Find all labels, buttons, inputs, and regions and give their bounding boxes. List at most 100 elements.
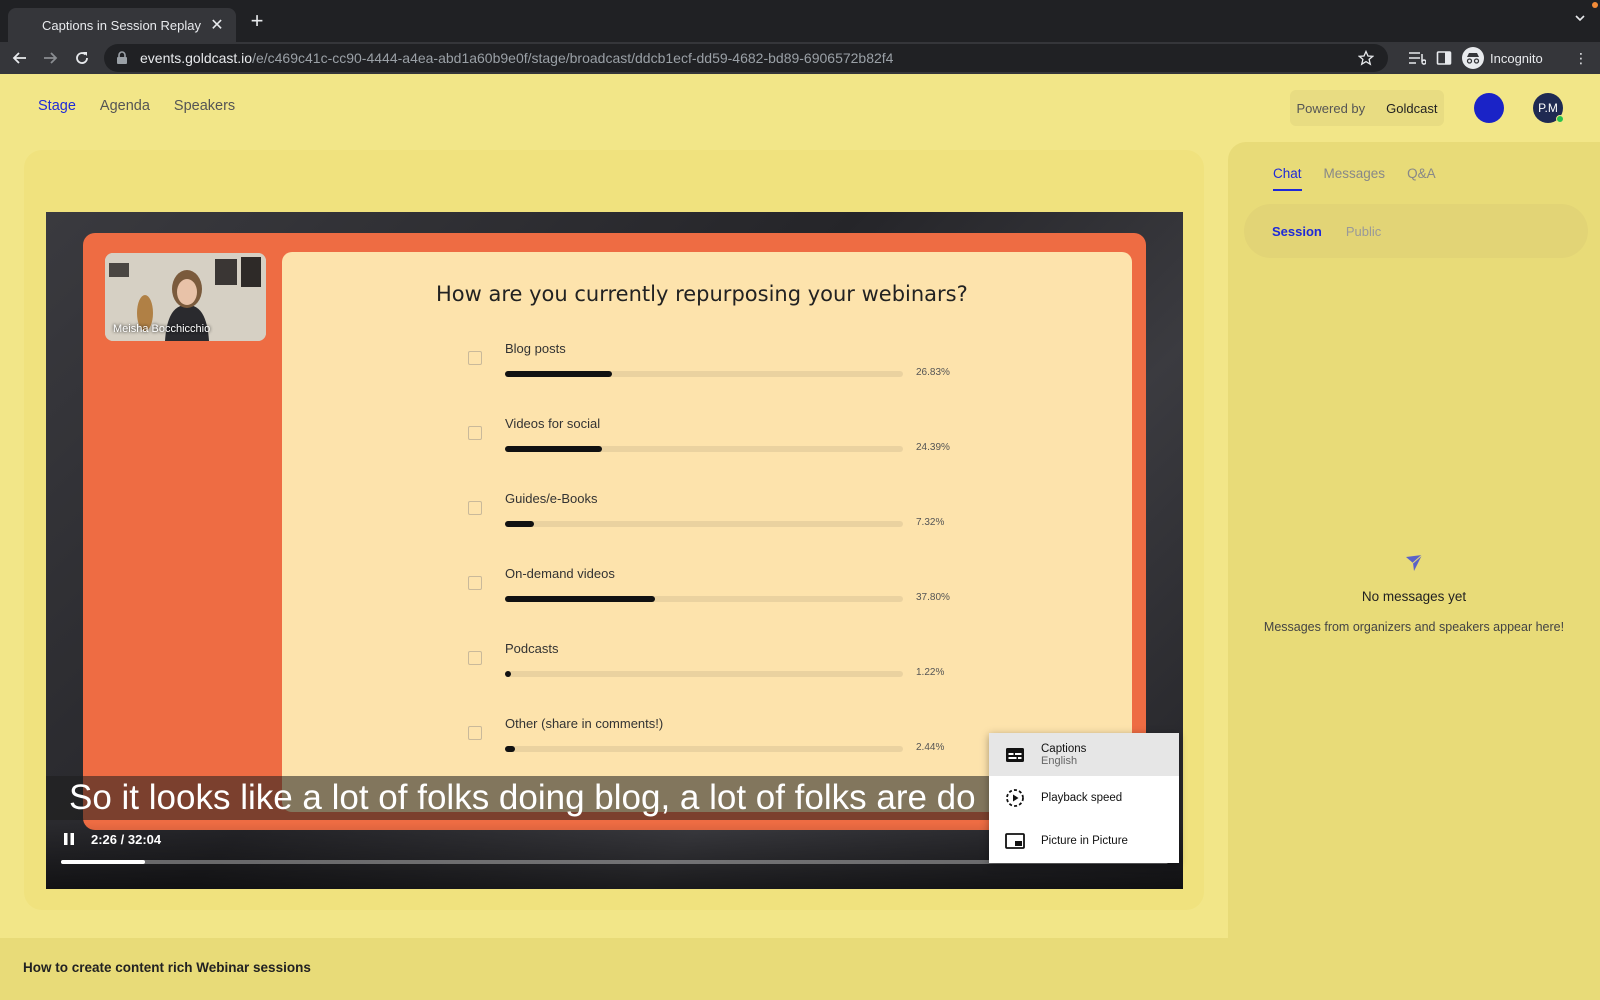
player-settings-menu: Captions English Playback speed Picture … [989, 733, 1179, 863]
url-host: events.goldcast.io [140, 50, 253, 66]
url-text: events.goldcast.io/e/c469c41c-cc90-4444-… [140, 50, 893, 66]
poll-option: Videos for social 24.39% [468, 416, 968, 478]
address-bar[interactable]: events.goldcast.io/e/c469c41c-cc90-4444-… [104, 44, 1388, 72]
poll-option-checkbox [468, 426, 482, 440]
poll-option-checkbox [468, 351, 482, 365]
captions-menu-item[interactable]: Captions English [989, 733, 1179, 776]
poll-option-bar-track [505, 521, 903, 527]
back-button[interactable] [8, 46, 32, 70]
tab-title: Captions in Session Replay [42, 17, 201, 33]
goldcast-favicon-icon [23, 20, 28, 30]
poll-option-percent: 1.22% [916, 667, 945, 678]
poll-option-checkbox [468, 576, 482, 590]
send-paper-plane-icon [1406, 554, 1423, 571]
tab-chat[interactable]: Chat [1273, 166, 1302, 191]
user-avatar[interactable]: P.M [1533, 93, 1564, 123]
session-title: How to create content rich Webinar sessi… [23, 960, 311, 975]
goldcast-brand: Goldcast [1371, 101, 1437, 116]
poll-option-bar-track [505, 671, 903, 677]
browser-tab[interactable]: Captions in Session Replay ✕ [8, 8, 236, 42]
subtab-public[interactable]: Public [1346, 224, 1381, 239]
empty-title: No messages yet [1361, 589, 1467, 604]
captions-label: Captions [1041, 742, 1087, 755]
powered-by-label: Powered by [1296, 100, 1366, 116]
incognito-icon [1462, 47, 1484, 69]
captions-icon [1005, 745, 1025, 765]
poll-option-checkbox [468, 651, 482, 665]
goldcast-logo-icon [1374, 102, 1381, 114]
bookmark-star-icon[interactable] [1358, 50, 1374, 66]
online-status-dot [1556, 115, 1564, 123]
chat-subtabs: Session Public [1244, 204, 1588, 258]
poll-option: On-demand videos 37.80% [468, 566, 968, 628]
caption-text: So it looks like a lot of folks doing bl… [46, 776, 992, 820]
poll-question: How are you currently repurposing your w… [436, 282, 968, 306]
close-tab-icon[interactable]: ✕ [208, 15, 226, 35]
poll-option-bar-track [505, 446, 903, 452]
poll-option-label: Videos for social [505, 416, 601, 431]
incognito-label: Incognito [1490, 50, 1543, 66]
nav-speakers[interactable]: Speakers [174, 98, 235, 114]
picture-in-picture-menu-item[interactable]: Picture in Picture [989, 819, 1179, 862]
incognito-indicator[interactable]: Incognito [1462, 47, 1543, 69]
session-footer: How to create content rich Webinar sessi… [0, 938, 1228, 1000]
powered-by-badge[interactable]: Powered by Goldcast [1290, 90, 1444, 126]
poll-option: Guides/e-Books 7.32% [468, 491, 968, 553]
poll-option-percent: 26.83% [916, 367, 950, 378]
picture-in-picture-label: Picture in Picture [1041, 834, 1128, 847]
top-nav: Stage Agenda Speakers [38, 98, 235, 114]
tab-search-chevron-icon[interactable] [1572, 12, 1588, 28]
seek-bar-played [61, 860, 146, 864]
poll-option-label: Other (share in comments!) [505, 716, 664, 731]
poll-option-label: Podcasts [505, 641, 559, 656]
empty-subtitle: Messages from organizers and speakers ap… [1263, 620, 1565, 634]
browser-toolbar: events.goldcast.io/e/c469c41c-cc90-4444-… [0, 42, 1600, 74]
event-logo-avatar[interactable] [1474, 93, 1504, 123]
brand-name: Goldcast [1386, 100, 1438, 116]
reading-list-icon[interactable] [1408, 50, 1426, 66]
user-initials: P.M [1538, 101, 1558, 115]
nav-stage[interactable]: Stage [38, 98, 76, 114]
playback-speed-label: Playback speed [1041, 791, 1123, 804]
poll-option-bar-fill [505, 671, 511, 677]
side-panel-icon[interactable] [1436, 50, 1452, 66]
tab-messages[interactable]: Messages [1324, 166, 1386, 191]
poll-option-percent: 2.44% [916, 742, 945, 753]
poll-option-bar-track [505, 596, 903, 602]
poll-option-bar-fill [505, 521, 535, 527]
poll-option: Podcasts 1.22% [468, 641, 968, 703]
forward-button[interactable] [38, 46, 62, 70]
poll-option-percent: 24.39% [916, 442, 950, 453]
empty-messages-state: No messages yet Messages from organizers… [1228, 554, 1600, 634]
poll-option-bar-fill [505, 596, 656, 602]
poll-option-percent: 37.80% [916, 592, 950, 603]
forward-arrow-icon [44, 52, 58, 64]
subtab-session[interactable]: Session [1272, 224, 1322, 239]
poll-option: Other (share in comments!) 2.44% [468, 716, 968, 778]
reload-icon [76, 52, 88, 64]
poll-option-bar-fill [505, 746, 515, 752]
time-display: 2:26 / 32:04 [91, 832, 162, 847]
nav-agenda[interactable]: Agenda [100, 98, 150, 114]
poll-option-bar-track [505, 746, 903, 752]
poll-option-label: On-demand videos [505, 566, 615, 581]
back-arrow-icon [12, 52, 26, 64]
browser-tab-strip: Captions in Session Replay ✕ + [0, 0, 1600, 42]
browser-menu-icon[interactable]: ⋮ [1574, 50, 1588, 67]
poll-option-label: Blog posts [505, 341, 566, 356]
recording-indicator-icon [1592, 2, 1598, 8]
goldcast-moon-icon [1486, 101, 1493, 115]
reload-button[interactable] [70, 46, 94, 70]
playback-speed-menu-item[interactable]: Playback speed [989, 776, 1179, 819]
captions-language: English [1041, 754, 1078, 767]
poll-option-percent: 7.32% [916, 517, 945, 528]
new-tab-button[interactable]: + [246, 10, 268, 32]
tab-qa[interactable]: Q&A [1407, 166, 1436, 191]
poll-option-bar-fill [505, 446, 603, 452]
poll-option-label: Guides/e-Books [505, 491, 598, 506]
pause-icon[interactable] [62, 832, 76, 846]
url-path: /e/c469c41c-cc90-4444-a4ea-abd1a60b9e0f/… [252, 50, 894, 66]
speaker-name: Meisha Bocchicchio [113, 323, 211, 335]
poll-option: Blog posts 26.83% [468, 341, 968, 403]
chat-panel-tabs: Chat Messages Q&A [1273, 166, 1436, 191]
